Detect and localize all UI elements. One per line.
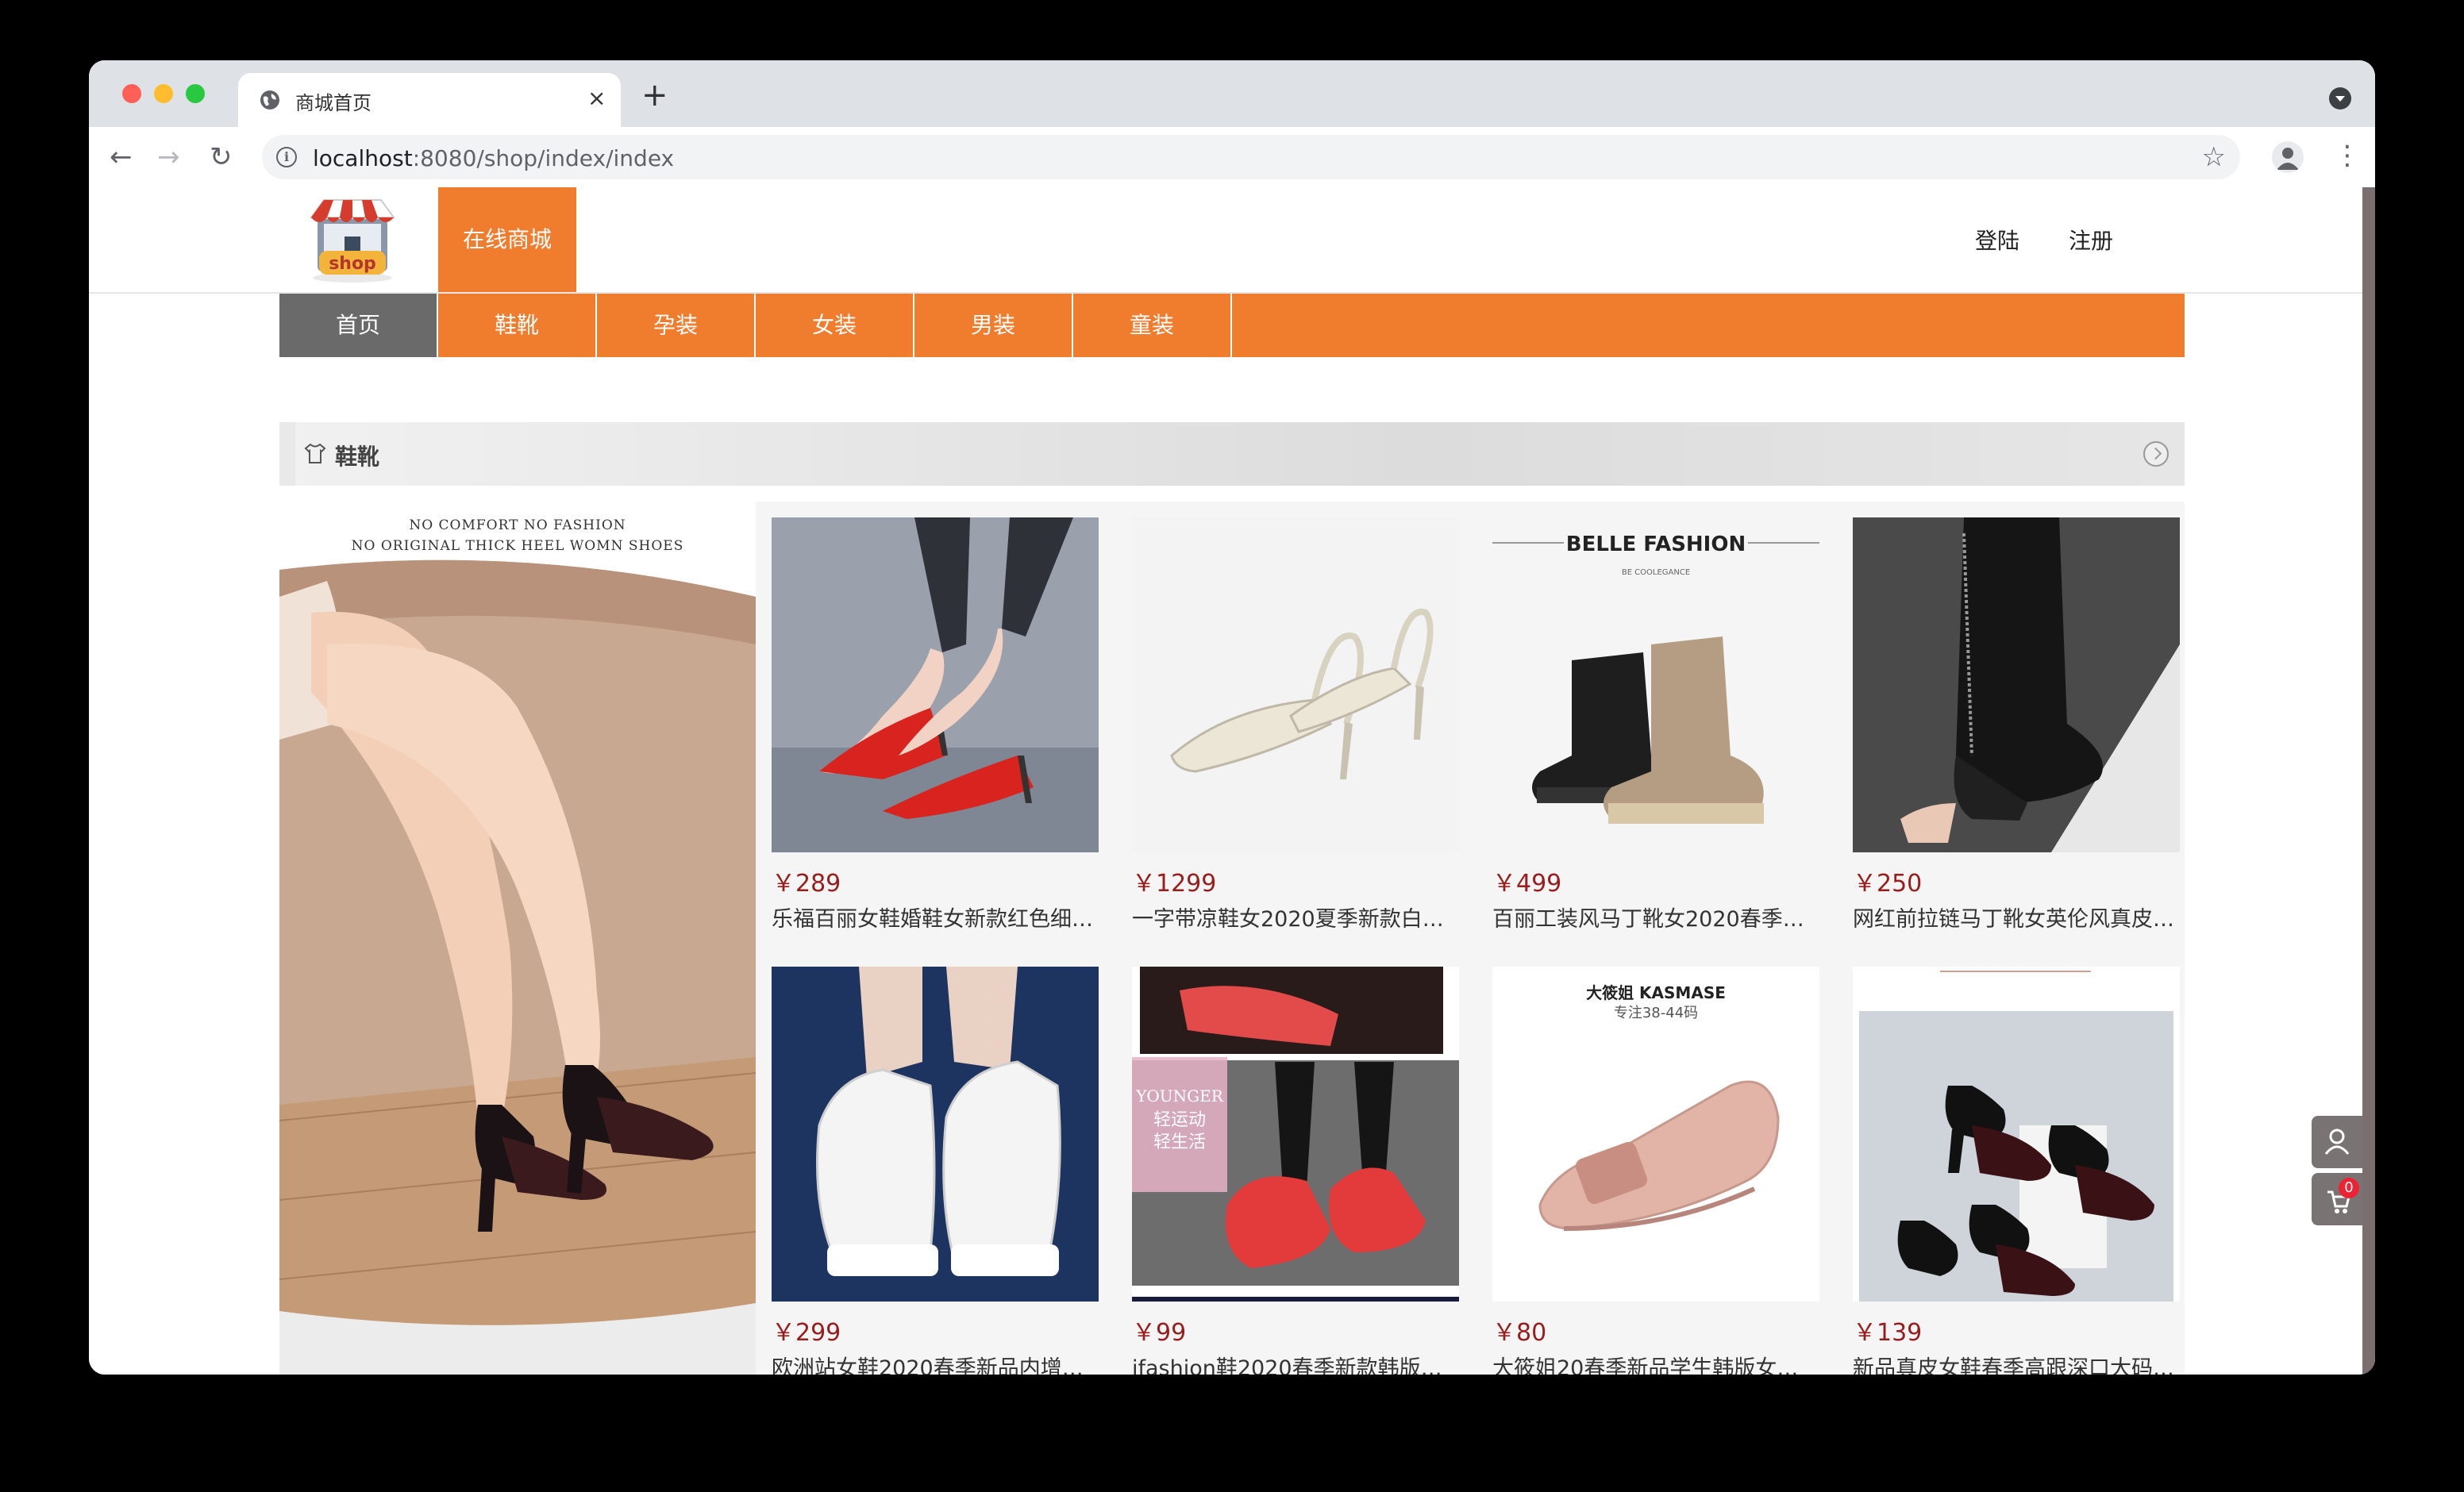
patent-heels-image (1853, 967, 2180, 1302)
martin-boots-image: BELLE FASHION BE COOLEGANCE (1492, 517, 1819, 852)
tab-title: 商城首页 (295, 92, 372, 114)
product-card[interactable]: ￥250 网红前拉链马丁靴女英伦风真皮短靴 (1853, 517, 2180, 962)
product-card[interactable]: 大筱姐 KASMASE 专注38-44码 ￥80 大筱姐20春季新品学生韩版女鞋… (1492, 967, 1819, 1375)
reload-button[interactable]: ↻ (210, 141, 233, 173)
profile-avatar-icon[interactable] (2272, 141, 2304, 173)
product-image[interactable] (1853, 517, 2180, 852)
product-image[interactable] (1853, 967, 2180, 1302)
red-heels-image (772, 517, 1099, 852)
product-name[interactable]: 乐福百丽女鞋婚鞋女新款红色细跟尖头高跟鞋 (772, 902, 1099, 932)
product-price: ￥299 (772, 1319, 841, 1347)
cart-count-badge: 0 (2339, 1178, 2359, 1198)
product-card[interactable]: ￥1299 一字带凉鞋女2020夏季新款白色细跟高跟鞋 (1132, 517, 1459, 962)
product-name[interactable]: ifashion鞋2020春季新款韩版运动鞋女 (1132, 1351, 1459, 1375)
product-card[interactable]: ￥299 欧洲站女鞋2020春季新品内增高小白鞋 (772, 967, 1099, 1375)
younger-sub2-text: 轻生活 (1153, 1132, 1206, 1152)
younger-sub1-text: 轻运动 (1153, 1110, 1206, 1130)
white-sneakers-image (772, 967, 1099, 1302)
product-name[interactable]: 欧洲站女鞋2020春季新品内增高小白鞋 (772, 1351, 1099, 1375)
product-price: ￥1299 (1132, 870, 1217, 898)
page-scrollbar[interactable] (2362, 187, 2375, 1375)
site-header: shop 在线商城 登陆 注册 (89, 187, 2362, 294)
product-image[interactable]: 大筱姐 KASMASE 专注38-44码 (1492, 967, 1819, 1302)
back-button[interactable]: ← (110, 141, 133, 173)
belle-fashion-text: BELLE FASHION (1566, 533, 1746, 556)
browser-toolbar: ← → ↻ i localhost:8080/shop/index/index … (89, 127, 2375, 188)
forward-button[interactable]: → (157, 141, 180, 173)
bookmark-star-icon[interactable]: ☆ (2202, 141, 2226, 173)
close-window-button[interactable] (122, 84, 141, 103)
banner-slogan-1: NO COMFORT NO FASHION (409, 517, 626, 533)
minimize-window-button[interactable] (154, 84, 173, 103)
cart-button[interactable]: 0 (2312, 1173, 2362, 1225)
product-image[interactable] (1132, 517, 1459, 852)
page-content: shop 在线商城 登陆 注册 首页 鞋靴 孕装 女装 男装 童装 鞋靴 NO … (89, 187, 2375, 1375)
product-image[interactable] (772, 967, 1099, 1302)
browser-tab[interactable]: 商城首页 × (238, 73, 621, 127)
register-link[interactable]: 注册 (2069, 224, 2113, 256)
product-image[interactable]: BELLE FASHION BE COOLEGANCE (1492, 517, 1819, 852)
person-icon (2277, 148, 2299, 170)
product-card[interactable]: BELLE FASHION BE COOLEGANCE ￥499 百丽工装风马丁… (1492, 517, 1819, 962)
product-price: ￥80 (1492, 1319, 1547, 1347)
category-nav: 首页 鞋靴 孕装 女装 男装 童装 (279, 294, 2185, 357)
nav-item-men[interactable]: 男装 (914, 294, 1073, 357)
product-price: ￥139 (1853, 1319, 1923, 1347)
product-grid: ￥289 乐福百丽女鞋婚鞋女新款红色细跟尖头高跟鞋 ￥1299 (756, 502, 2185, 1375)
sandals-image (1132, 517, 1459, 852)
product-name[interactable]: 网红前拉链马丁靴女英伦风真皮短靴 (1853, 902, 2180, 932)
url-host: localhost (313, 145, 413, 171)
product-price: ￥99 (1132, 1319, 1187, 1347)
banner-image (279, 560, 756, 1375)
maximize-window-button[interactable] (186, 84, 205, 103)
product-price: ￥250 (1853, 870, 1923, 898)
product-card[interactable]: YOUNGER 轻运动 轻生活 ￥99 ifashion鞋2020春季新款韩版运… (1132, 967, 1459, 1375)
login-link[interactable]: 登陆 (1975, 224, 2019, 256)
address-bar[interactable]: i localhost:8080/shop/index/index ☆ (262, 135, 2240, 179)
user-icon (2324, 1129, 2350, 1155)
pink-loafer-image: 大筱姐 KASMASE 专注38-44码 (1492, 967, 1819, 1302)
tab-strip: 商城首页 × + (89, 60, 2375, 127)
product-name[interactable]: 百丽工装风马丁靴女2020春季新款短靴 (1492, 902, 1819, 932)
new-tab-button[interactable]: + (641, 79, 668, 111)
browser-window: 商城首页 × + ← → ↻ i localhost:8080/shop/ind… (89, 60, 2375, 1375)
nav-item-home[interactable]: 首页 (279, 294, 438, 357)
url-text[interactable]: localhost:8080/shop/index/index (313, 145, 674, 171)
user-center-button[interactable] (2312, 1116, 2362, 1168)
tab-search-icon[interactable] (2329, 87, 2351, 110)
section-title: 鞋靴 (335, 444, 380, 470)
category-banner[interactable]: NO COMFORT NO FASHION NO ORIGINAL THICK … (279, 502, 756, 1375)
product-name[interactable]: 新品真皮女鞋春季高跟深口大码单鞋 (1853, 1351, 2180, 1375)
product-name[interactable]: 大筱姐20春季新品学生韩版女鞋平底单鞋 (1492, 1351, 1819, 1375)
nav-item-maternity[interactable]: 孕装 (597, 294, 756, 357)
product-card[interactable]: ￥139 新品真皮女鞋春季高跟深口大码单鞋 (1853, 967, 2180, 1375)
sport-shoes-image: YOUNGER 轻运动 轻生活 (1132, 967, 1459, 1302)
kasmase-sub-text: 专注38-44码 (1614, 1005, 1698, 1021)
product-price: ￥499 (1492, 870, 1562, 898)
belle-sub-text: BE COOLEGANCE (1622, 568, 1690, 577)
product-card[interactable]: ￥289 乐福百丽女鞋婚鞋女新款红色细跟尖头高跟鞋 (772, 517, 1099, 962)
zip-boot-image (1853, 517, 2180, 852)
browser-menu-icon[interactable]: ⋮ (2334, 140, 2361, 171)
site-name-button[interactable]: 在线商城 (438, 187, 576, 292)
url-path: :8080/shop/index/index (412, 145, 675, 171)
nav-item-shoes[interactable]: 鞋靴 (438, 294, 597, 357)
nav-item-kids[interactable]: 童装 (1073, 294, 1232, 357)
globe-icon (260, 90, 279, 110)
shop-logo[interactable]: shop (300, 195, 405, 287)
site-info-icon[interactable]: i (276, 147, 297, 167)
shirt-icon (304, 443, 326, 463)
younger-text: YOUNGER (1135, 1086, 1224, 1106)
close-tab-icon[interactable]: × (587, 87, 606, 110)
product-image[interactable] (772, 517, 1099, 852)
product-price: ￥289 (772, 870, 841, 898)
logo-text: shop (329, 254, 376, 274)
more-arrow-icon[interactable] (2143, 441, 2169, 467)
section-header: 鞋靴 (279, 422, 2185, 486)
kasmase-brand-text: 大筱姐 KASMASE (1586, 983, 1726, 1002)
product-image[interactable]: YOUNGER 轻运动 轻生活 (1132, 967, 1459, 1302)
nav-item-women[interactable]: 女装 (756, 294, 914, 357)
product-name[interactable]: 一字带凉鞋女2020夏季新款白色细跟高跟鞋 (1132, 902, 1459, 932)
